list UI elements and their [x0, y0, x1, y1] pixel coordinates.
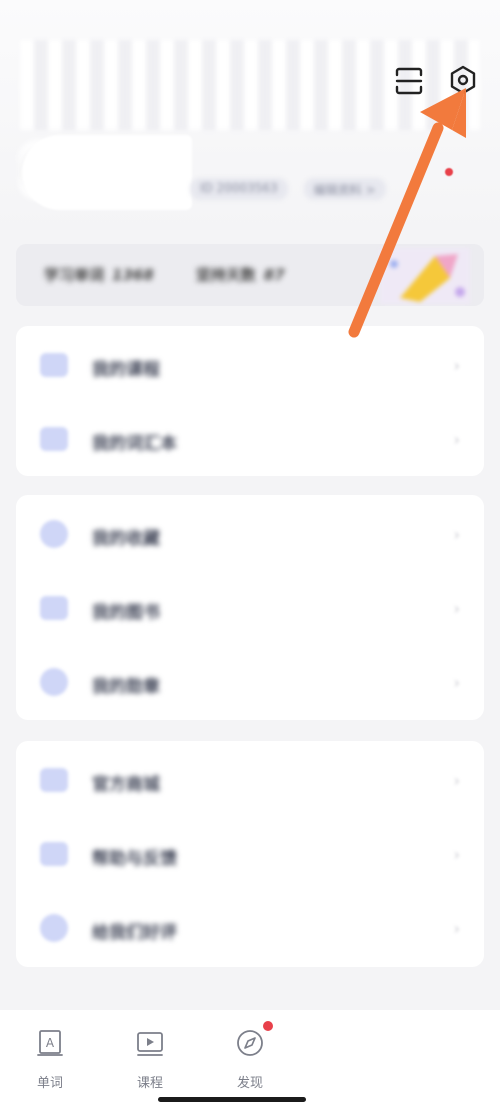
chevron-right-icon: › — [453, 430, 460, 449]
menu-row-my-medals[interactable]: 我的勋章 › — [16, 645, 484, 719]
tab-words[interactable]: A 单词 — [20, 1022, 80, 1094]
compass-icon — [237, 1030, 263, 1056]
menu-row-label: 我的课程 — [92, 360, 160, 380]
menu-card-collection: 我的收藏 › 我的图书 › 我的勋章 › — [16, 495, 484, 720]
vocab-icon — [40, 427, 68, 451]
menu-row-label: 官方商城 — [92, 775, 160, 795]
chevron-right-icon: › — [453, 599, 460, 618]
settings-icon — [450, 65, 476, 95]
tab-label: 课程 — [136, 1076, 163, 1091]
user-meta: ID 20003563 编辑资料 > — [190, 178, 386, 200]
svg-text:A: A — [46, 1036, 55, 1050]
menu-row-label: 帮助与反馈 — [92, 849, 177, 869]
user-id-chip: ID 20003563 — [190, 178, 288, 200]
user-info-card[interactable] — [22, 135, 192, 210]
menu-row-official-store[interactable]: 官方商城 › — [16, 743, 484, 817]
stats-text: 学习单词 1368 坚持天数 87 — [44, 264, 285, 285]
menu-card-learning: 我的课程 › 我的词汇本 › — [16, 326, 484, 476]
menu-row-my-vocabulary[interactable]: 我的词汇本 › — [16, 402, 484, 476]
menu-row-my-courses[interactable]: 我的课程 › — [16, 328, 484, 402]
streak-days-stat: 坚持天数 87 — [196, 264, 285, 285]
menu-row-label: 我的词汇本 — [92, 434, 177, 454]
menu-row-label: 我的勋章 — [92, 677, 160, 697]
menu-row-label: 给我们好评 — [92, 923, 177, 943]
learned-words-stat: 学习单词 1368 — [44, 264, 154, 285]
menu-row-my-books[interactable]: 我的图书 › — [16, 571, 484, 645]
scan-icon — [395, 67, 423, 95]
favorite-icon — [40, 520, 68, 548]
chevron-right-icon: › — [453, 673, 460, 692]
feedback-icon — [40, 842, 68, 866]
book-icon — [40, 596, 68, 620]
discover-badge-dot — [263, 1021, 273, 1031]
menu-row-label: 我的收藏 — [92, 529, 160, 549]
tab-discover[interactable]: 发现 — [220, 1022, 280, 1094]
video-course-icon — [137, 1032, 163, 1056]
medal-icon — [40, 668, 68, 696]
edit-profile-chip[interactable]: 编辑资料 > — [303, 178, 386, 200]
tab-label: 发现 — [236, 1076, 263, 1091]
menu-card-support: 官方商城 › 帮助与反馈 › 给我们好评 › — [16, 741, 484, 967]
menu-row-label: 我的图书 — [92, 603, 160, 623]
menu-row-rate-us[interactable]: 给我们好评 › — [16, 891, 484, 965]
stats-illustration — [380, 248, 470, 304]
streak-days-value: 87 — [263, 266, 285, 284]
bottom-tab-bar: A 单词 课程 发现 — [0, 1010, 500, 1111]
settings-button[interactable] — [446, 62, 480, 98]
word-icon: A — [37, 1030, 63, 1056]
chevron-right-icon: › — [453, 771, 460, 790]
menu-row-help-feedback[interactable]: 帮助与反馈 › — [16, 817, 484, 891]
home-indicator[interactable] — [158, 1097, 306, 1102]
notification-dot — [445, 168, 453, 176]
streak-days-label: 坚持天数 — [195, 266, 256, 284]
menu-row-my-favorites[interactable]: 我的收藏 › — [16, 497, 484, 571]
thumbs-up-icon — [40, 914, 68, 942]
chevron-right-icon: › — [453, 525, 460, 544]
tab-courses[interactable]: 课程 — [120, 1022, 180, 1094]
scan-button[interactable] — [392, 64, 426, 98]
learned-words-value: 1368 — [112, 266, 154, 284]
tab-label: 单词 — [36, 1076, 63, 1091]
chevron-right-icon: › — [453, 845, 460, 864]
chevron-right-icon: › — [453, 356, 460, 375]
course-icon — [40, 353, 68, 377]
learned-words-label: 学习单词 — [44, 266, 105, 284]
chevron-right-icon: › — [453, 919, 460, 938]
learning-stats-bar[interactable]: 学习单词 1368 坚持天数 87 — [16, 244, 484, 306]
shop-icon — [40, 768, 68, 792]
